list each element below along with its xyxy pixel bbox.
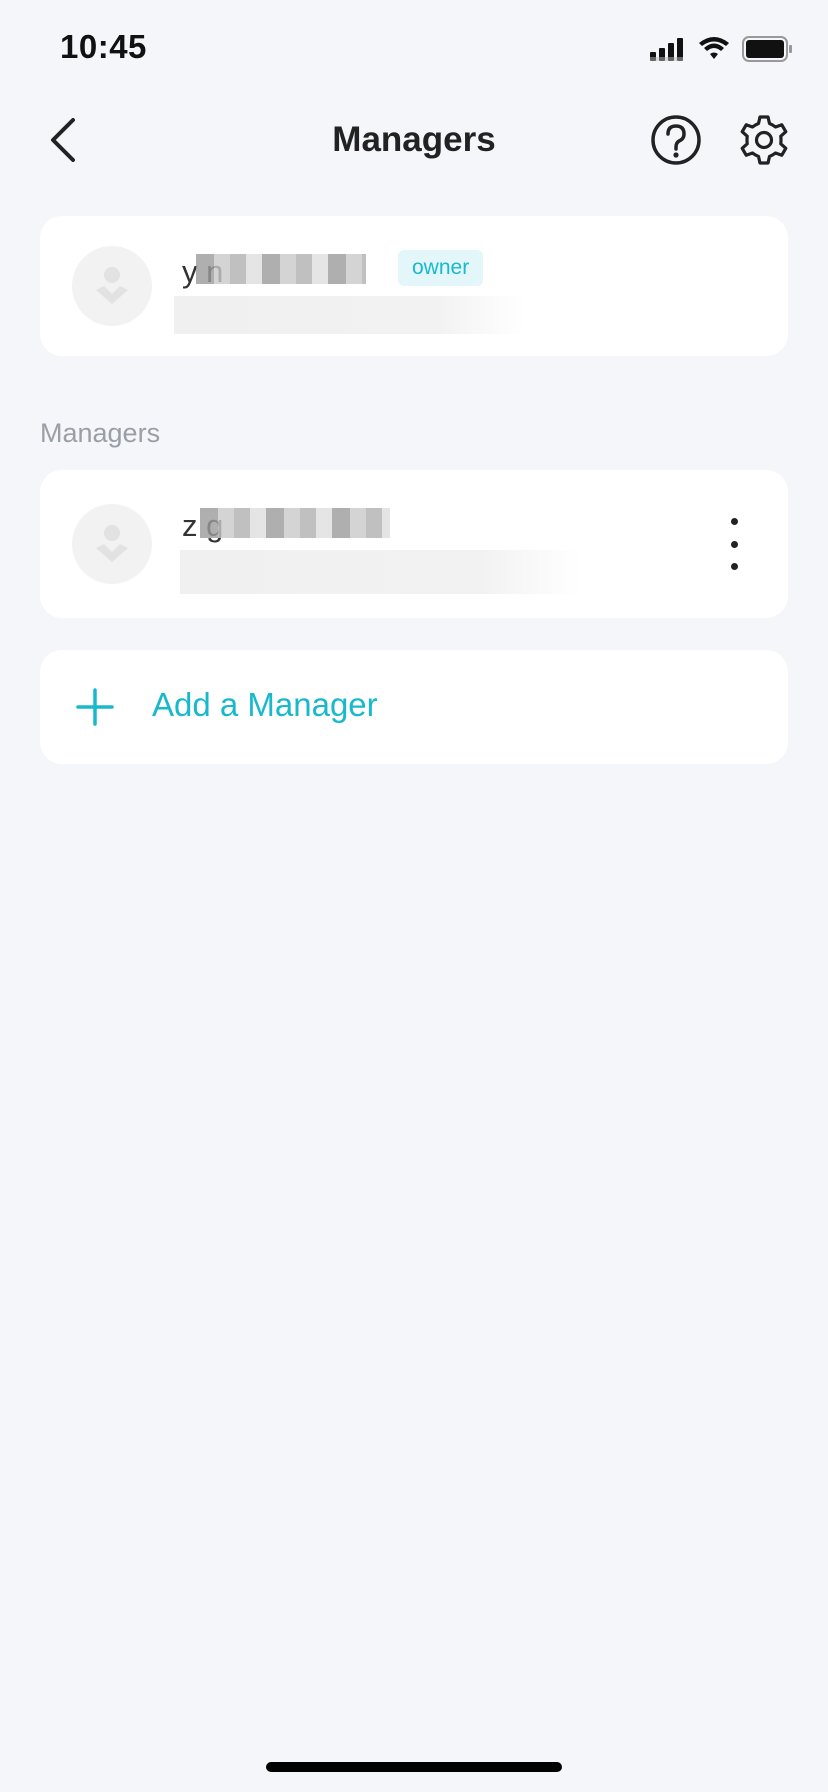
owner-badge: owner	[398, 250, 484, 286]
more-dot	[730, 518, 738, 525]
redacted-name-overlay	[196, 254, 366, 284]
add-manager-button[interactable]: Add a Manager	[40, 650, 788, 764]
manager-card[interactable]: z g	[40, 470, 788, 618]
section-label-managers: Managers	[40, 418, 161, 448]
battery-icon	[742, 36, 792, 62]
wifi-icon	[699, 37, 729, 59]
settings-button[interactable]	[738, 114, 790, 166]
question-circle-icon	[651, 115, 701, 165]
more-dot	[730, 563, 738, 570]
nav-bar: Managers	[0, 100, 828, 180]
redacted-detail	[180, 550, 580, 594]
help-button[interactable]	[650, 114, 702, 166]
avatar	[72, 504, 152, 584]
status-icons	[650, 36, 794, 62]
redacted-name-overlay	[200, 508, 390, 538]
redacted-detail	[174, 296, 524, 334]
user-placeholder-icon	[96, 267, 128, 304]
gear-icon	[740, 115, 788, 165]
status-bar: 10:45	[0, 0, 828, 100]
cellular-signal-icon	[650, 38, 683, 61]
more-options-button[interactable]	[716, 518, 752, 570]
user-placeholder-icon	[96, 525, 128, 562]
add-manager-label: Add a Manager	[152, 686, 378, 723]
home-indicator	[266, 1762, 562, 1772]
owner-card[interactable]: y n owner	[40, 216, 788, 356]
page-title: Managers	[332, 120, 496, 159]
more-dot	[730, 540, 738, 548]
avatar	[72, 246, 152, 326]
status-time: 10:45	[60, 28, 147, 65]
plus-icon	[76, 688, 114, 726]
